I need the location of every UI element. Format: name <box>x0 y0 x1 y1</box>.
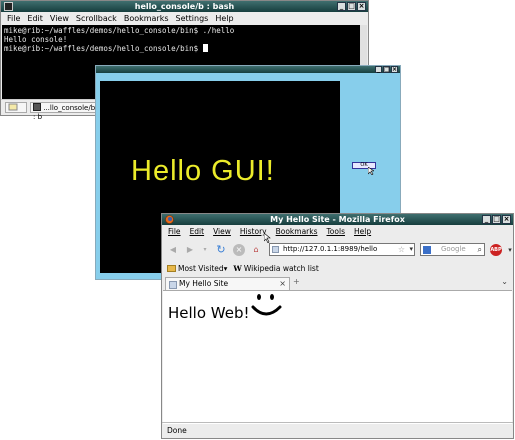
cursor-arrow-icon <box>264 233 271 243</box>
status-bar: Done <box>162 422 513 438</box>
menu-edit[interactable]: Edit <box>190 225 205 239</box>
menu-file[interactable]: File <box>7 12 20 25</box>
new-tab-button[interactable] <box>5 102 27 113</box>
site-favicon <box>272 246 279 253</box>
menu-edit[interactable]: Edit <box>27 12 43 25</box>
menu-view[interactable]: View <box>213 225 231 239</box>
terminal-menubar: File Edit View Scrollback Bookmarks Sett… <box>1 12 368 25</box>
smiley-face-icon <box>251 294 282 316</box>
menu-tools[interactable]: Tools <box>327 225 345 239</box>
bookmark-star-icon[interactable]: ☆ <box>398 244 405 255</box>
stop-icon[interactable]: × <box>233 244 245 256</box>
firefox-titlebar[interactable]: My Hello Site - Mozilla Firefox _ □ × <box>162 214 513 225</box>
terminal-line: mike@rib:~/waffles/demos/hello_console/b… <box>4 44 203 53</box>
address-text: http://127.0.1.1:8989/hello <box>283 245 378 253</box>
status-text: Done <box>167 426 187 435</box>
page-content: Hello Web! <box>163 290 512 424</box>
terminal-cursor <box>202 44 208 52</box>
new-tab-icon <box>8 103 18 111</box>
bookmark-label: Most Visited <box>178 263 224 273</box>
gui-titlebar[interactable]: _ □ × <box>96 66 400 73</box>
firefox-menubar: File Edit View History Bookmarks Tools H… <box>162 225 513 239</box>
menu-help[interactable]: Help <box>215 12 233 25</box>
bookmark-most-visited[interactable]: Most Visited▾ <box>167 264 227 273</box>
maximize-button[interactable]: □ <box>347 2 356 11</box>
history-dropdown-icon[interactable]: ▾ <box>199 244 211 256</box>
terminal-titlebar[interactable]: hello_console/b : bash _ □ × <box>1 1 368 12</box>
terminal-session-tab[interactable]: ...llo_console/b : b <box>30 102 100 121</box>
tab-my-hello-site[interactable]: My Hello Site × <box>165 277 290 290</box>
firefox-window: My Hello Site - Mozilla Firefox _ □ × Fi… <box>161 213 514 439</box>
tab-label: My Hello Site <box>179 279 229 288</box>
menu-bookmarks[interactable]: Bookmarks <box>276 225 318 239</box>
close-button[interactable]: × <box>391 66 398 73</box>
terminal-title: hello_console/b : bash <box>134 2 235 11</box>
adblock-icon[interactable]: ABP <box>490 244 502 256</box>
back-arrow-icon[interactable]: ◀ <box>167 244 179 256</box>
address-bar[interactable]: http://127.0.1.1:8989/hello ☆ ▾ <box>269 243 415 256</box>
folder-icon <box>167 264 176 272</box>
tab-list-icon[interactable]: ⌄ <box>501 277 508 286</box>
minimize-button[interactable]: _ <box>337 2 346 11</box>
tab-strip: My Hello Site × + ⌄ <box>162 275 513 290</box>
bookmark-label: Wikipedia watch list <box>243 263 319 273</box>
tab-favicon <box>169 281 177 289</box>
reload-icon[interactable]: ↻ <box>215 244 227 256</box>
navigation-toolbar: ◀ ▶ ▾ ↻ × ⌂ http://127.0.1.1:8989/hello … <box>162 239 513 261</box>
minimize-button[interactable]: _ <box>375 66 382 73</box>
search-engine-icon[interactable] <box>423 246 431 254</box>
new-tab-icon[interactable]: + <box>293 277 300 286</box>
addon-dropdown-icon[interactable]: ▾ <box>504 244 515 256</box>
bookmarks-toolbar: Most Visited▾ W Wikipedia watch list <box>162 261 513 275</box>
search-box[interactable]: Google ⌕ <box>420 243 485 256</box>
home-icon[interactable]: ⌂ <box>250 244 262 256</box>
menu-view[interactable]: View <box>50 12 69 25</box>
search-icon[interactable]: ⌕ <box>478 244 482 255</box>
forward-arrow-icon[interactable]: ▶ <box>184 244 196 256</box>
close-icon[interactable]: × <box>279 278 286 290</box>
gui-greeting: Hello GUI! <box>131 155 275 187</box>
terminal-tab-icon <box>33 103 41 111</box>
minimize-button[interactable]: _ <box>482 215 491 224</box>
menu-file[interactable]: File <box>168 225 181 239</box>
close-button[interactable]: × <box>357 2 366 11</box>
search-placeholder: Google <box>441 245 466 253</box>
terminal-line: Hello console! <box>4 35 68 44</box>
terminal-prompt-line: mike@rib:~/waffles/demos/hello_console/b… <box>4 44 358 53</box>
menu-scrollback[interactable]: Scrollback <box>76 12 117 25</box>
mouse-pointer-icon <box>368 167 374 175</box>
bookmark-wikipedia[interactable]: W Wikipedia watch list <box>233 264 318 273</box>
close-button[interactable]: × <box>502 215 511 224</box>
url-dropdown-icon[interactable]: ▾ <box>409 244 413 255</box>
terminal-tab-label: ...llo_console/b : b <box>33 104 96 121</box>
menu-help[interactable]: Help <box>354 225 371 239</box>
terminal-icon <box>4 2 13 11</box>
page-heading: Hello Web! <box>168 304 250 322</box>
firefox-logo-icon <box>165 215 174 224</box>
chevron-down-icon: ▾ <box>223 263 228 273</box>
menu-settings[interactable]: Settings <box>176 12 209 25</box>
maximize-button[interactable]: □ <box>383 66 390 73</box>
maximize-button[interactable]: □ <box>492 215 501 224</box>
firefox-title: My Hello Site - Mozilla Firefox <box>270 215 405 224</box>
menu-history[interactable]: History <box>240 225 267 239</box>
menu-bookmarks[interactable]: Bookmarks <box>124 12 169 25</box>
wikipedia-icon: W <box>233 263 242 273</box>
terminal-line: mike@rib:~/waffles/demos/hello_console/b… <box>4 26 235 35</box>
